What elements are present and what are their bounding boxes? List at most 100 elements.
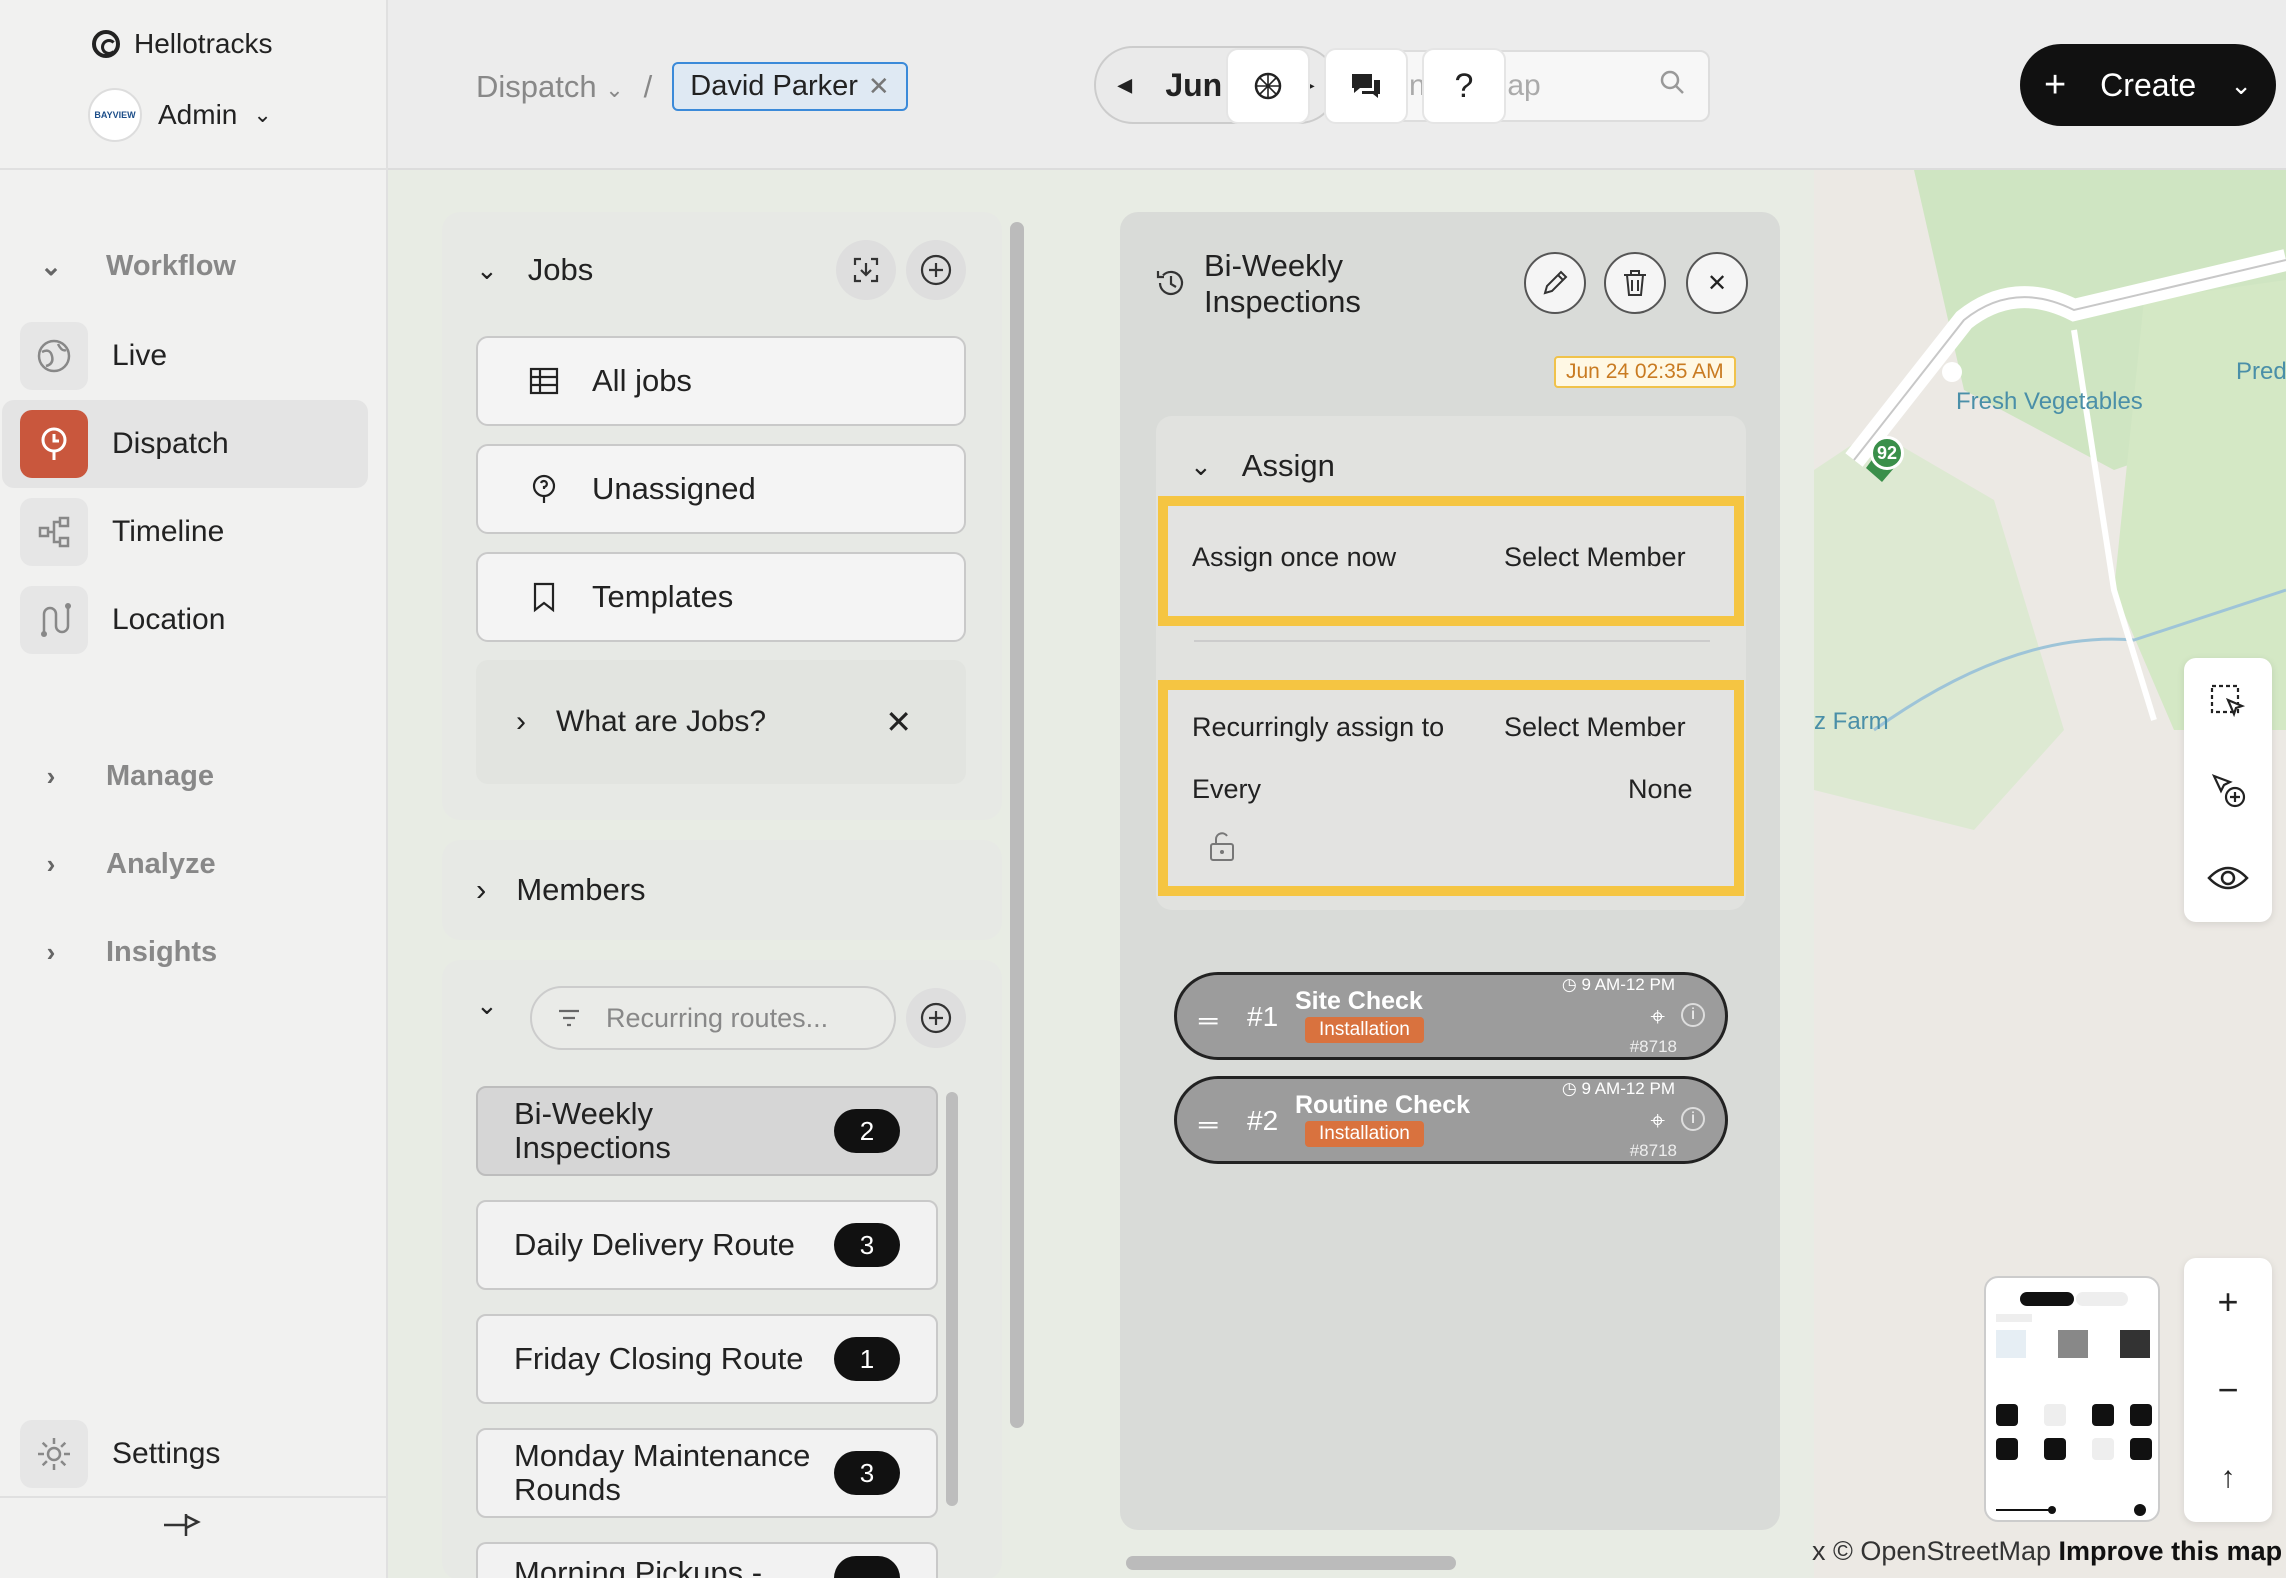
panel-scrollbar[interactable] (1010, 222, 1024, 1428)
brand-name: Hellotracks (134, 28, 273, 59)
stop-time: ◷ 9 AM-12 PM (1561, 1079, 1675, 1098)
route-item[interactable]: Bi-Weekly Inspections 2 (476, 1086, 938, 1176)
section-manage[interactable]: › Manage (36, 760, 214, 793)
map-layers-thumbnail[interactable] (1984, 1276, 2160, 1522)
gear-icon (20, 1420, 88, 1488)
drag-handle-icon[interactable]: ═ (1199, 1109, 1217, 1140)
plus-icon: + (2044, 63, 2067, 106)
trash-icon (1624, 270, 1646, 296)
locate-icon[interactable]: ⌖ (1650, 1105, 1665, 1137)
search-icon (1658, 68, 1686, 104)
pin-sidebar-icon[interactable] (162, 1510, 202, 1548)
all-jobs-button[interactable]: All jobs (476, 336, 966, 426)
locate-icon[interactable]: ⌖ (1650, 1001, 1665, 1033)
all-jobs-label: All jobs (592, 363, 692, 398)
map-search-input[interactable]: Find in map (1360, 50, 1710, 122)
chevron-down-icon: ⌄ (253, 102, 272, 127)
every-select[interactable]: None (1628, 774, 1693, 805)
dispatch-icon (20, 410, 88, 478)
route-name: Morning Pickups - (514, 1555, 763, 1578)
sidebar-item-settings[interactable]: Settings (2, 1410, 368, 1498)
route-stop[interactable]: ═ #1 Site Check Installation ◷ 9 AM-12 P… (1174, 972, 1728, 1060)
route-count-badge: 1 (834, 1337, 900, 1381)
route-shield: 92 (1870, 436, 1904, 470)
assign-header[interactable]: ⌄ Assign (1190, 448, 1335, 484)
what-are-jobs-card[interactable]: › What are Jobs? ✕ (476, 660, 966, 784)
section-analyze[interactable]: › Analyze (36, 848, 216, 881)
filter-chip-label: David Parker (690, 70, 858, 102)
members-header[interactable]: › Members (476, 872, 646, 908)
select-area-icon[interactable] (2184, 658, 2272, 746)
templates-button[interactable]: Templates (476, 552, 966, 642)
route-stop[interactable]: ═ #2 Routine Check Installation ◷ 9 AM-1… (1174, 1076, 1728, 1164)
chevron-down-icon[interactable]: ⌄ (476, 990, 498, 1021)
close-icon[interactable]: ✕ (885, 703, 912, 741)
help-button[interactable]: ? (1422, 48, 1506, 124)
chevron-down-icon: ⌄ (476, 254, 498, 285)
route-name: Friday Closing Route (514, 1340, 804, 1376)
chat-button[interactable] (1324, 48, 1408, 124)
add-point-icon[interactable] (2184, 746, 2272, 834)
zoom-in-button[interactable]: + (2184, 1258, 2272, 1346)
section-workflow[interactable]: ⌄ Workflow (36, 250, 236, 283)
import-icon (853, 257, 879, 283)
routes-search-placeholder: Recurring routes... (606, 1002, 829, 1033)
unassigned-button[interactable]: Unassigned (476, 444, 966, 534)
add-route-button[interactable] (906, 988, 966, 1048)
chevron-right-icon: › (516, 705, 526, 738)
zoom-out-button[interactable]: − (2184, 1346, 2272, 1434)
section-label: Manage (106, 760, 214, 792)
chevron-down-icon: ⌄ (605, 76, 624, 102)
add-job-button[interactable] (906, 240, 966, 300)
stop-number: #1 (1247, 1001, 1279, 1032)
route-timestamp: Jun 24 02:35 AM (1554, 356, 1736, 388)
north-arrow-icon[interactable]: ↑ (2184, 1434, 2272, 1522)
sidebar-item-live[interactable]: Live (2, 312, 368, 400)
assign-once-label: Assign once now (1192, 542, 1397, 572)
routes-search-input[interactable]: Recurring routes... (530, 986, 896, 1050)
horizontal-scrollbar[interactable] (1126, 1556, 1456, 1570)
info-icon[interactable]: i (1681, 1107, 1705, 1131)
route-item[interactable]: Monday Maintenance Rounds 3 (476, 1428, 938, 1518)
route-count-badge: 3 (834, 1451, 900, 1495)
close-panel-button[interactable]: ✕ (1686, 252, 1748, 314)
brand[interactable]: Hellotracks (92, 28, 272, 60)
ai-assistant-button[interactable] (1226, 48, 1310, 124)
route-name: Daily Delivery Route (514, 1226, 795, 1262)
close-icon[interactable]: ✕ (868, 71, 890, 102)
sidebar-item-dispatch[interactable]: Dispatch (2, 400, 368, 488)
improve-map-link[interactable]: Improve this map (2059, 1536, 2283, 1566)
org-switcher[interactable]: BAYVIEW Admin ⌄ (88, 88, 272, 142)
recurring-member-select[interactable]: Select Member (1504, 712, 1686, 743)
edit-button[interactable] (1524, 252, 1586, 314)
eye-icon[interactable] (2184, 834, 2272, 922)
delete-button[interactable] (1604, 252, 1666, 314)
routes-scrollbar[interactable] (946, 1092, 958, 1506)
chevron-down-icon[interactable]: ⌄ (2230, 70, 2252, 101)
import-jobs-button[interactable] (836, 240, 896, 300)
section-insights[interactable]: › Insights (36, 936, 218, 969)
create-button[interactable]: + Create ⌄ (2020, 44, 2276, 126)
filter-chip[interactable]: David Parker ✕ (672, 62, 908, 111)
map-label-farm: z Farm (1814, 708, 1889, 735)
sidebar-item-timeline[interactable]: Timeline (2, 488, 368, 576)
route-item[interactable]: Morning Pickups - (476, 1542, 938, 1578)
route-item[interactable]: Daily Delivery Route 3 (476, 1200, 938, 1290)
templates-label: Templates (592, 579, 734, 614)
breadcrumb-dispatch[interactable]: Dispatch ⌄ (476, 69, 624, 105)
recurring-label: Recurringly assign to (1192, 712, 1445, 742)
sidebar-item-location[interactable]: Location (2, 576, 368, 664)
sidebar-item-label: Dispatch (112, 427, 229, 460)
map-tools (2184, 658, 2272, 922)
drag-handle-icon[interactable]: ═ (1199, 1005, 1217, 1036)
stop-time: ◷ 9 AM-12 PM (1561, 975, 1675, 994)
jobs-header[interactable]: ⌄ Jobs (476, 252, 593, 288)
unlock-icon[interactable] (1208, 830, 1236, 867)
info-icon[interactable]: i (1681, 1003, 1705, 1027)
map-attribution: x © OpenStreetMap Improve this map (1812, 1536, 2282, 1567)
route-item[interactable]: Friday Closing Route 1 (476, 1314, 938, 1404)
chat-icon (1352, 74, 1380, 98)
unassigned-label: Unassigned (592, 471, 756, 506)
assign-once-member-select[interactable]: Select Member (1504, 542, 1686, 573)
prev-day-icon[interactable]: ◀ (1118, 75, 1132, 96)
